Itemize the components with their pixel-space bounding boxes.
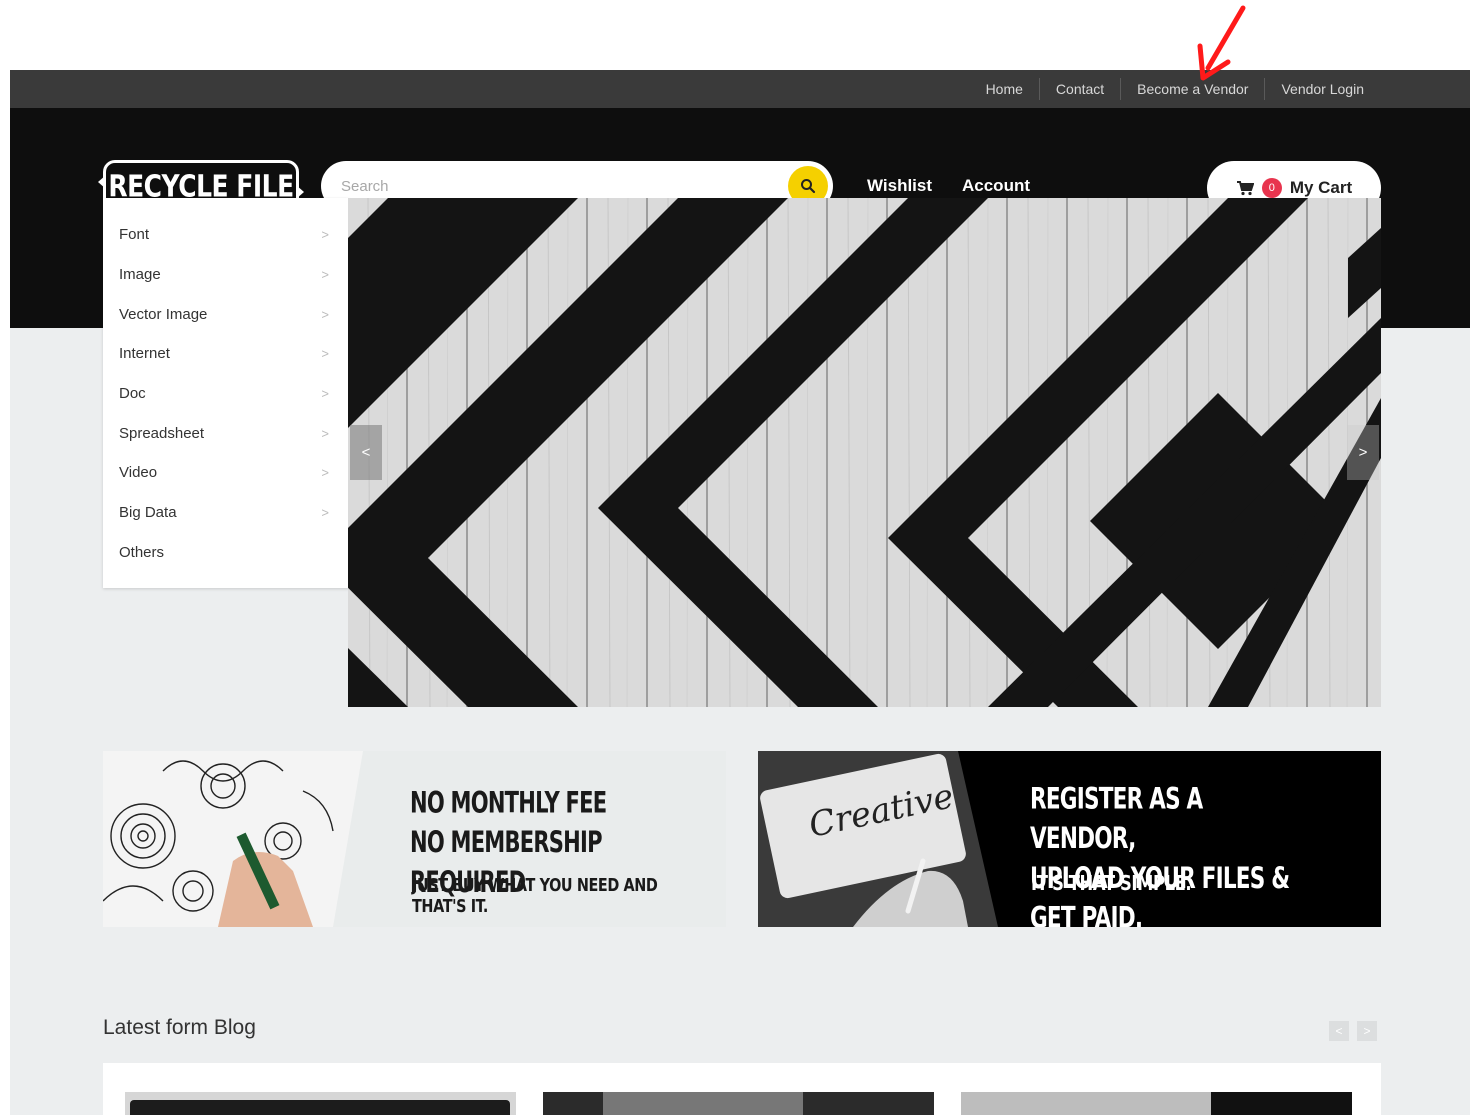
category-item-spreadsheet[interactable]: Spreadsheet > [103, 413, 349, 453]
category-item-others[interactable]: Others [103, 533, 349, 573]
category-label: Doc [119, 385, 146, 403]
category-label: Spreadsheet [119, 424, 205, 442]
promo-banner-vendor[interactable]: Creative REGISTER AS A VENDOR, UPLOAD YO… [758, 751, 1381, 927]
blog-post-thumbnail[interactable] [961, 1092, 1352, 1115]
top-link-vendor-login[interactable]: Vendor Login [1264, 78, 1380, 100]
chevron-right-icon: > [321, 267, 329, 283]
chevron-right-icon: > [321, 306, 329, 322]
category-label: Font [119, 226, 150, 244]
hero-prev-button[interactable]: < [350, 425, 382, 480]
category-label: Big Data [119, 504, 177, 522]
chevron-right-icon: > [321, 386, 329, 402]
category-label: Internet [119, 345, 170, 363]
blog-section-title: Latest form Blog [103, 1016, 256, 1039]
chevron-left-icon: < [361, 444, 371, 461]
category-label: Others [119, 543, 165, 561]
chevron-right-icon: > [1358, 444, 1368, 461]
chevron-right-icon: > [1363, 1024, 1371, 1038]
category-item-video[interactable]: Video > [103, 453, 349, 493]
logo-left-arrow [98, 175, 106, 189]
blog-prev-button[interactable]: < [1329, 1021, 1349, 1041]
blog-post-thumbnail[interactable] [125, 1092, 516, 1115]
cart-label: My Cart [1289, 178, 1353, 197]
logo-right-arrow [296, 185, 304, 199]
vendor-headline-line-1: REGISTER AS A VENDOR, [1030, 782, 1203, 856]
browser-page: Home Contact Become a Vendor Vendor Logi… [10, 70, 1470, 1115]
category-item-big-data[interactable]: Big Data > [103, 493, 349, 533]
category-menu: Font > Image > Vector Image > Internet > Doc… [103, 198, 349, 588]
chevron-right-icon: > [321, 227, 329, 243]
wishlist-link[interactable]: Wishlist [867, 176, 932, 196]
hero-next-button[interactable]: > [1347, 425, 1379, 480]
top-link-home[interactable]: Home [970, 78, 1039, 100]
category-item-font[interactable]: Font > [103, 215, 349, 255]
promo-banner-no-fee[interactable]: NO MONTHLY FEE NO MEMBERSHIP REQUIRED JU… [103, 751, 726, 927]
hero-slider[interactable]: < > [348, 198, 1381, 707]
category-item-image[interactable]: Image > [103, 255, 349, 295]
blog-next-button[interactable]: > [1357, 1021, 1377, 1041]
chevron-right-icon: > [321, 346, 329, 362]
hero-image [348, 198, 1381, 707]
promo-headline-line-1: NO MONTHLY FEE [410, 786, 607, 821]
chevron-left-icon: < [1335, 1024, 1343, 1038]
top-bar: Home Contact Become a Vendor Vendor Logi… [10, 70, 1470, 108]
search-icon [801, 179, 816, 194]
chevron-right-icon: > [321, 465, 329, 481]
category-label: Vector Image [119, 305, 208, 323]
account-link[interactable]: Account [962, 176, 1030, 196]
category-item-doc[interactable]: Doc > [103, 374, 349, 414]
chevron-right-icon: > [321, 425, 329, 441]
chevron-right-icon: > [321, 505, 329, 521]
search-input[interactable] [341, 173, 761, 199]
vendor-headline: REGISTER AS A VENDOR, UPLOAD YOUR FILES … [1030, 780, 1311, 927]
cart-icon [1236, 181, 1254, 196]
category-item-vector-image[interactable]: Vector Image > [103, 294, 349, 334]
top-link-contact[interactable]: Contact [1038, 78, 1120, 100]
mandala-drawing-image [103, 751, 403, 927]
cart-count-badge: 0 [1261, 178, 1282, 198]
tablet-lettering-image [758, 751, 1028, 927]
category-label: Image [119, 266, 161, 284]
blog-post-thumbnail[interactable] [543, 1092, 934, 1115]
top-link-become-vendor[interactable]: Become a Vendor [1120, 78, 1264, 100]
category-label: Video [119, 464, 158, 482]
category-item-internet[interactable]: Internet > [103, 334, 349, 374]
vendor-subtext: IT'S THAT SIMPLE. [1031, 871, 1192, 895]
promo-subtext: JUST BUY WHAT YOU NEED AND THAT'S IT. [412, 875, 658, 917]
top-links: Home Contact Become a Vendor Vendor Logi… [970, 70, 1380, 108]
